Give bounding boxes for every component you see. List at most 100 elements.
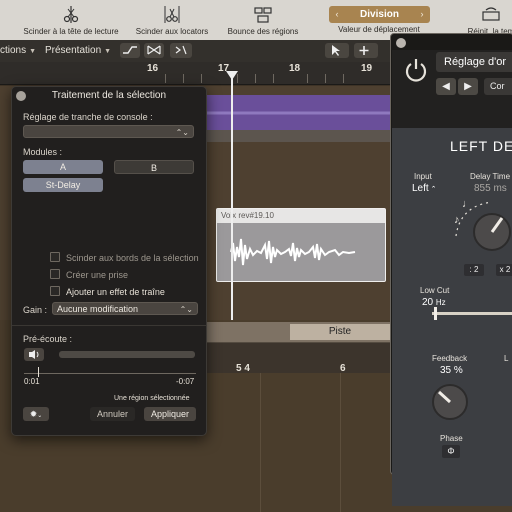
cancel-button[interactable]: Annuler [90,407,135,421]
scissors-locators-icon [164,6,180,23]
toolbar-label-split-locators: Scinder aux locators [135,27,209,36]
low-cut-slider-handle[interactable] [434,307,437,320]
actions-menu[interactable]: ctions ▼ [0,45,36,56]
bounce-regions-button[interactable]: Bounce des régions [228,4,298,38]
console-slice-label: Réglage de tranche de console : [23,112,153,122]
ruler-mark-16: 16 [147,63,159,74]
audio-region-title: Voix rev#19.10 [217,209,385,223]
nudge-value-control[interactable]: ‹ Division › [329,6,430,23]
low-cut-label: Low Cut [420,286,450,295]
preview-time-start: 0:01 [24,377,40,386]
split-at-locators-button[interactable]: Scinder aux locators [136,4,208,38]
nudge-prev-button[interactable]: ‹ [329,6,345,23]
phase-button[interactable]: Φ [442,445,460,458]
preview-volume-slider[interactable] [59,351,195,358]
low-cut-number: 20 [422,297,434,308]
flex-bowtie-icon [147,45,161,55]
automation-button[interactable] [120,43,140,58]
input-label: Input [414,172,432,181]
presentation-menu[interactable]: Présentation ▼ [45,45,111,56]
pointer-icon [332,45,340,56]
scissors-playhead-icon [63,6,79,23]
module-a-button[interactable]: A [23,160,103,174]
preset-selector[interactable]: Réglage d'or [436,52,512,72]
audio-waveform [217,223,385,281]
preset-next-button[interactable]: ▶ [458,78,478,95]
module-st-delay-button[interactable]: St-Delay [23,178,103,192]
tail-checkbox[interactable] [50,286,60,296]
input-value[interactable]: Left ⌃ [412,183,437,194]
low-cut-slider-track[interactable] [432,312,512,315]
reset-icon [482,7,500,21]
split-checkbox[interactable] [50,252,60,262]
plugin-close-button[interactable] [396,38,406,48]
bounce-regions-icon [254,7,272,23]
feedback-value: 35 % [440,365,463,376]
grid-line [260,373,261,512]
preview-position-marker[interactable] [38,367,39,377]
input-value-text: Left [412,183,429,194]
delay-time-knob[interactable] [452,196,512,258]
take-checkbox[interactable] [50,269,60,279]
module-b-button[interactable]: B [114,160,194,174]
preview-timeline[interactable] [24,373,196,374]
delay-time-value: 855 ms [474,183,507,194]
add-tail-option[interactable]: Ajouter un effet de traîne [50,286,165,297]
apply-button[interactable]: Appliquer [144,407,196,421]
bar-ruler[interactable]: 16 17 18 19 [0,62,395,85]
nudge-value: Division [360,9,399,20]
note-icon: ♪ [454,214,460,226]
updown-chevron-icon: ⌃ [428,186,437,193]
ruler-mark-19: 19 [361,63,373,74]
playhead-line[interactable] [231,74,233,320]
settings-menu-button[interactable]: ✹⌄ [23,407,49,421]
speaker-icon [29,350,39,359]
preview-time-end: -0:07 [176,377,195,386]
note-icon: ♩ [462,198,473,210]
toolbar-label-split-playhead: Scinder à la tête de lecture [23,27,119,36]
ruler-tick [183,74,184,83]
playhead-handle[interactable] [226,71,238,80]
gain-label: Gain : [23,305,48,315]
ruler-tick [201,74,202,83]
multiply-by-2-button[interactable]: x 2 [496,264,512,276]
phase-label: Phase [440,434,463,443]
tab-track[interactable]: Piste [290,324,390,340]
lower-editor-body[interactable] [200,373,395,512]
selection-processing-panel: Traitement de la sélection Réglage de tr… [11,86,207,436]
updown-chevron-icon: ⌃⌄ [179,305,193,314]
plugin-header: Réglage d'or ◀ ▶ Cor [392,50,512,128]
audio-region-voice[interactable]: Voix rev#19.10 [216,208,386,282]
chevron-down-icon: ⌄ [37,413,43,419]
chevron-down-icon: ▼ [29,48,37,55]
preview-label: Pré-écoute : [23,334,73,344]
automation-curve-icon [123,46,137,54]
lower-ruler[interactable]: 5 4 6 [200,343,395,374]
delay-time-label: Delay Time [470,172,511,181]
split-at-selection-option[interactable]: Scinder aux bords de la sélection [50,252,199,263]
split-at-playhead-button[interactable]: Scinder à la tête de lecture [23,4,119,38]
purple-audio-region[interactable] [205,95,395,132]
flex-button[interactable] [144,43,164,58]
preset-prev-button[interactable]: ◀ [436,78,456,95]
gain-value: Aucune modification [57,304,139,314]
track-menubar: ctions ▼ Présentation ▼ [0,40,395,63]
console-slice-dropdown[interactable]: ⌃⌄ [23,125,194,138]
plus-tool-menu[interactable] [354,43,378,58]
divide-by-2-button[interactable]: : 2 [464,264,484,276]
panel-title: Traitement de la sélection [51,90,167,101]
pointer-tool-menu[interactable] [325,43,349,58]
feedback-label: Feedback [432,354,468,363]
preview-play-button[interactable] [24,348,44,361]
power-icon[interactable] [402,56,430,84]
gain-dropdown[interactable]: Aucune modification ⌃⌄ [52,302,198,315]
low-cut-unit: Hz [435,298,446,307]
modules-label: Modules : [23,147,63,157]
feedback-knob[interactable] [428,380,472,424]
create-take-option[interactable]: Créer une prise [50,269,128,280]
compare-button[interactable]: Cor [484,78,512,95]
catch-button[interactable] [170,43,192,58]
ruler-mark-18: 18 [289,63,301,74]
nudge-next-button[interactable]: › [414,6,430,23]
grid-line [340,373,341,512]
